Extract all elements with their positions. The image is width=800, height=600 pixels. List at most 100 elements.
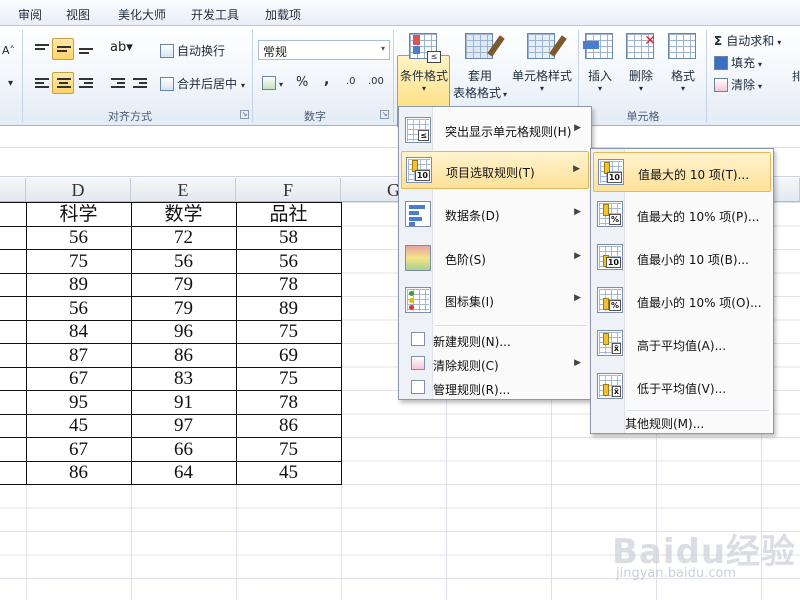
table-cell[interactable]: 66 [130, 437, 237, 462]
number-launcher-icon[interactable]: ↘ [380, 110, 389, 119]
number-format-select[interactable]: 常规 ▾ [258, 40, 390, 60]
menu-item-manage-rules[interactable]: 管理规则(R)... [401, 377, 589, 399]
increase-decimal-button[interactable]: .0 [346, 76, 356, 87]
table-cell-partial[interactable] [0, 343, 27, 368]
table-cell[interactable]: 72 [130, 225, 237, 250]
column-header-f[interactable]: F [236, 178, 341, 202]
table-cell-partial[interactable] [0, 390, 27, 415]
insert-button[interactable]: 插入 ▾ [582, 31, 618, 93]
submenu-item-top-10-percent[interactable]: % 值最大的 10% 项(P)... [593, 195, 771, 235]
clear-button[interactable]: 清除 ▾ [714, 76, 762, 93]
column-header-d[interactable]: D [26, 178, 131, 202]
table-cell[interactable]: 56 [25, 296, 132, 321]
header-social[interactable]: 品社 [235, 202, 342, 227]
percent-button[interactable]: % [296, 75, 308, 90]
menu-item-clear-rules[interactable]: 清除规则(C) ▶ [401, 353, 589, 375]
wrap-text-button[interactable]: 自动换行 [160, 42, 225, 59]
currency-format-button[interactable]: ▾ [262, 76, 283, 90]
table-cell[interactable]: 87 [25, 343, 132, 368]
menu-item-highlight-rules[interactable]: ≤ 突出显示单元格规则(H) ▶ [401, 111, 589, 149]
menu-item-top-bottom-rules[interactable]: 10 项目选取规则(T) ▶ [401, 151, 589, 189]
tab-view[interactable]: 视图 [66, 6, 90, 23]
autosum-button[interactable]: Σ 自动求和 ▾ [714, 32, 781, 49]
table-cell[interactable]: 78 [235, 272, 342, 297]
menu-item-icon-sets[interactable]: 图标集(I) ▶ [401, 281, 589, 319]
tab-review[interactable]: 审阅 [18, 6, 42, 23]
table-cell[interactable]: 75 [235, 437, 342, 462]
table-cell[interactable]: 45 [235, 460, 342, 485]
merge-center-button[interactable]: 合并后居中 ▾ [160, 75, 245, 92]
table-cell[interactable]: 96 [130, 319, 237, 344]
table-cell[interactable]: 84 [25, 319, 132, 344]
column-header-e[interactable]: E [131, 178, 236, 202]
tab-add-ins[interactable]: 加载项 [265, 6, 301, 23]
table-cell[interactable]: 56 [25, 225, 132, 250]
submenu-item-more-rules[interactable]: 其他规则(M)... [593, 412, 771, 432]
align-middle-button[interactable] [52, 38, 74, 60]
submenu-item-above-average[interactable]: x̄ 高于平均值(A)... [593, 324, 771, 364]
table-cell[interactable]: 45 [25, 413, 132, 438]
sort-filter-partial-icon[interactable]: 排 [792, 68, 800, 84]
font-dropdown-arrow-icon[interactable]: ▾ [8, 78, 13, 89]
table-cell[interactable]: 91 [130, 390, 237, 415]
tab-developer[interactable]: 开发工具 [191, 6, 239, 23]
align-top-button[interactable] [30, 38, 52, 60]
table-cell[interactable]: 79 [130, 296, 237, 321]
table-cell[interactable]: 67 [25, 437, 132, 462]
table-cell-partial[interactable] [0, 437, 27, 462]
font-grow-icon[interactable]: A˄ [2, 44, 15, 57]
table-cell[interactable]: 83 [130, 366, 237, 391]
decrease-indent-button[interactable] [106, 72, 128, 94]
submenu-item-below-average[interactable]: x̄ 低于平均值(V)... [593, 367, 771, 407]
table-cell[interactable]: 75 [25, 249, 132, 274]
table-cell[interactable]: 58 [235, 225, 342, 250]
alignment-launcher-icon[interactable]: ↘ [240, 110, 249, 119]
table-cell-partial[interactable] [0, 319, 27, 344]
table-cell[interactable]: 89 [25, 272, 132, 297]
table-cell[interactable]: 86 [130, 343, 237, 368]
table-cell[interactable]: 67 [25, 366, 132, 391]
align-right-button[interactable] [74, 72, 96, 94]
table-cell-partial[interactable] [0, 460, 27, 485]
decrease-decimal-button[interactable]: .00 [368, 76, 384, 87]
increase-indent-button[interactable] [128, 72, 150, 94]
table-cell[interactable]: 56 [235, 249, 342, 274]
table-cell[interactable]: 86 [25, 460, 132, 485]
format-button[interactable]: 格式 ▾ [664, 31, 702, 93]
table-cell[interactable]: 78 [235, 390, 342, 415]
table-cell-partial[interactable] [0, 225, 27, 250]
submenu-item-bottom-10-percent[interactable]: % 值最小的 10% 项(O)... [593, 281, 771, 321]
column-header-c-partial[interactable] [0, 178, 26, 202]
align-bottom-button[interactable] [74, 38, 96, 60]
table-cell-partial[interactable] [0, 366, 27, 391]
cell-styles-button[interactable]: 单元格样式 ▾ [510, 31, 574, 93]
tab-beautify-master[interactable]: 美化大师 [118, 6, 166, 23]
table-cell-partial[interactable] [0, 272, 27, 297]
header-math[interactable]: 数学 [130, 202, 237, 227]
table-cell-partial[interactable] [0, 296, 27, 321]
format-as-table-button[interactable]: 套用 表格格式 ▾ [450, 31, 510, 101]
orientation-button[interactable]: ab▾ [106, 38, 133, 60]
table-cell[interactable]: 69 [235, 343, 342, 368]
delete-button[interactable]: ✕ 删除 ▾ [622, 31, 660, 93]
menu-item-color-scales[interactable]: 色阶(S) ▶ [401, 239, 589, 277]
align-left-button[interactable] [30, 72, 52, 94]
menu-item-data-bars[interactable]: 数据条(D) ▶ [401, 195, 589, 233]
menu-item-new-rule[interactable]: 新建规则(N)... [401, 329, 589, 351]
table-cell-partial[interactable] [0, 249, 27, 274]
fill-button[interactable]: 填充 ▾ [714, 54, 762, 71]
table-cell[interactable]: 97 [130, 413, 237, 438]
table-cell[interactable]: 95 [25, 390, 132, 415]
table-cell[interactable]: 56 [130, 249, 237, 274]
align-center-button[interactable] [52, 72, 74, 94]
table-cell[interactable]: 75 [235, 319, 342, 344]
table-cell-partial[interactable] [0, 413, 27, 438]
table-cell[interactable]: 79 [130, 272, 237, 297]
table-cell[interactable]: 64 [130, 460, 237, 485]
comma-button[interactable]: , [324, 72, 329, 88]
submenu-item-top-10[interactable]: 10 值最大的 10 项(T)... [593, 152, 771, 192]
table-cell[interactable]: 75 [235, 366, 342, 391]
table-cell[interactable]: 89 [235, 296, 342, 321]
table-cell[interactable]: 86 [235, 413, 342, 438]
header-science[interactable]: 科学 [25, 202, 132, 227]
